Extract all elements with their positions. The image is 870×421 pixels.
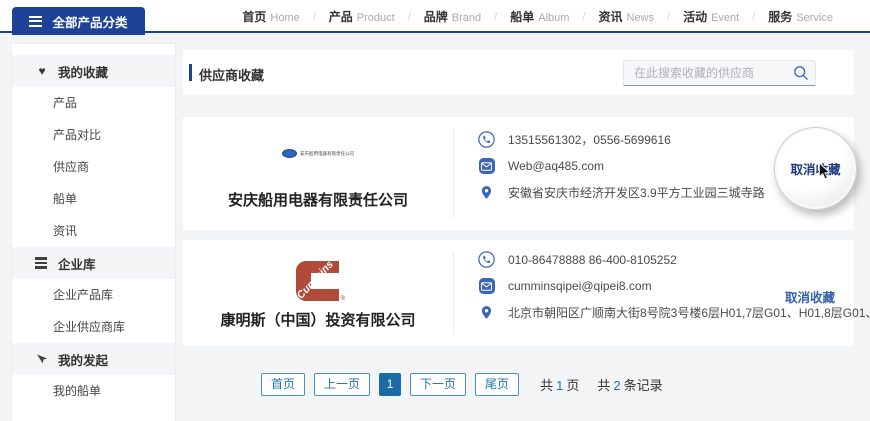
sidebar-item-product-compare[interactable]: 产品对比 [12, 119, 175, 151]
supplier-search [623, 60, 816, 86]
nav-brand[interactable]: 品牌Brand [424, 8, 481, 26]
supplier-address: 北京市朝阳区广顺南大街8号院3号楼6层H01,7层G01、H01,8层G01、H… [508, 304, 870, 321]
heart-icon: ♥ [35, 64, 49, 78]
address-row: 北京市朝阳区广顺南大街8号院3号楼6层H01,7层G01、H01,8层G01、H… [478, 304, 870, 321]
supplier-logo: 安庆船用电器有限责任公司 [183, 149, 453, 158]
location-pin-icon [478, 184, 495, 201]
pages-prefix: 共 [540, 378, 553, 393]
supplier-address: 安徽省安庆市经济开发区3.9平方工业园三城寺路 [508, 184, 765, 201]
supplier-email: cumminsqipei@qipei8.com [508, 279, 652, 293]
nav-home[interactable]: 首页Home [242, 8, 299, 26]
pagination-first-button[interactable]: 首页 [261, 373, 305, 396]
phone-icon [478, 251, 495, 268]
page-title: 供应商收藏 [199, 65, 264, 84]
list-icon [35, 257, 49, 269]
sidebar-item-ship-orders[interactable]: 船单 [12, 183, 175, 215]
mail-icon [478, 278, 495, 295]
all-categories-button[interactable]: 全部产品分类 [12, 7, 145, 35]
sidebar-item-my-ship-orders[interactable]: 我的船单 [12, 375, 175, 407]
nav-service[interactable]: 服务Service [768, 8, 833, 26]
card-divider [453, 129, 454, 218]
supplier-identity: Cummins ® 康明斯（中国）投资有限公司 [183, 240, 453, 346]
sidebar-item-suppliers[interactable]: 供应商 [12, 151, 175, 183]
supplier-name: 安庆船用电器有限责任公司 [183, 189, 453, 210]
total-records: 2 [613, 378, 620, 393]
search-input[interactable] [623, 60, 816, 86]
registered-mark: ® [341, 296, 345, 302]
supplier-phone: 010-86478888 86-400-8105252 [508, 253, 677, 267]
sidebar-section-my-initiated[interactable]: 我的发起 [12, 343, 175, 375]
supplier-phone: 13515561302，0556-5699616 [508, 131, 671, 148]
mail-icon [478, 158, 495, 175]
sidebar-item-enterprise-suppliers[interactable]: 企业供应商库 [12, 311, 175, 343]
section-title: 我的发起 [58, 350, 108, 369]
supplier-card: 安庆船用电器有限责任公司 安庆船用电器有限责任公司 13515561302，05… [183, 117, 854, 230]
address-row: 安徽省安庆市经济开发区3.9平方工业园三城寺路 [478, 184, 765, 201]
hamburger-icon [29, 16, 42, 27]
supplier-identity: 安庆船用电器有限责任公司 安庆船用电器有限责任公司 [183, 117, 453, 230]
supplier-email: Web@aq485.com [508, 159, 604, 173]
send-icon [35, 353, 49, 365]
section-title: 我的收藏 [58, 62, 108, 81]
nav-separator: / [582, 11, 585, 23]
unfavorite-link[interactable]: 取消收藏 [785, 287, 835, 306]
pagination-next-button[interactable]: 下一页 [410, 373, 466, 396]
nav-event[interactable]: 活动Event [683, 8, 739, 26]
nav-album[interactable]: 船单Album [510, 8, 569, 26]
supplier-contacts: 13515561302，0556-5699616 Web@aq485.com 安… [478, 131, 765, 211]
pages-suffix: 页 [566, 378, 579, 393]
nav-news[interactable]: 资讯News [598, 8, 654, 26]
top-header: 全部产品分类 首页Home / 产品Product / 品牌Brand / 船单… [0, 0, 870, 33]
sidebar-item-products[interactable]: 产品 [12, 87, 175, 119]
search-icon[interactable] [793, 65, 809, 86]
records-prefix: 共 [597, 378, 610, 393]
logo-caption: 安庆船用电器有限责任公司 [300, 151, 354, 157]
page-title-panel: 供应商收藏 [183, 50, 854, 95]
pagination-last-button[interactable]: 尾页 [475, 373, 519, 396]
phone-row: 13515561302，0556-5699616 [478, 131, 765, 148]
cummins-logo-icon: Cummins [295, 260, 341, 302]
nav-separator: / [494, 11, 497, 23]
nav-product[interactable]: 产品Product [329, 8, 395, 26]
supplier-card: Cummins ® 康明斯（中国）投资有限公司 010-86478888 86-… [183, 240, 854, 346]
pagination-summary: 共1页共2条记录 [540, 375, 663, 394]
records-suffix: 条记录 [624, 378, 663, 393]
supplier-name: 康明斯（中国）投资有限公司 [183, 309, 453, 330]
nav-separator: / [408, 11, 411, 23]
nav-separator: / [313, 11, 316, 23]
unfavorite-button[interactable]: 取消收藏 [774, 127, 857, 210]
location-pin-icon [478, 304, 495, 321]
logo-oval-icon [282, 149, 297, 158]
pagination-prev-button[interactable]: 上一页 [314, 373, 370, 396]
mouse-cursor-icon [818, 163, 832, 183]
title-accent-bar [189, 64, 192, 81]
sidebar-section-my-favorites[interactable]: ♥ 我的收藏 [12, 55, 175, 87]
sidebar-item-enterprise-products[interactable]: 企业产品库 [12, 279, 175, 311]
email-row: Web@aq485.com [478, 158, 765, 175]
phone-row: 010-86478888 86-400-8105252 [478, 251, 870, 268]
card-divider [453, 252, 454, 334]
pagination-page-1-button[interactable]: 1 [379, 373, 401, 396]
section-title: 企业库 [58, 254, 96, 273]
unfavorite-label: 取消收藏 [790, 159, 840, 178]
nav-separator: / [667, 11, 670, 23]
sidebar-section-enterprise-library[interactable]: 企业库 [12, 247, 175, 279]
pagination: 首页 上一页 1 下一页 尾页 共1页共2条记录 [261, 373, 663, 396]
supplier-logo: Cummins ® [183, 260, 453, 302]
total-pages: 1 [556, 378, 563, 393]
phone-icon [478, 131, 495, 148]
nav-separator: / [752, 11, 755, 23]
sidebar: ♥ 我的收藏 产品 产品对比 供应商 船单 资讯 企业库 企业产品库 企业供应商… [12, 44, 175, 421]
sidebar-item-news[interactable]: 资讯 [12, 215, 175, 247]
top-nav: 首页Home / 产品Product / 品牌Brand / 船单Album /… [242, 0, 833, 33]
all-categories-label: 全部产品分类 [52, 12, 127, 31]
